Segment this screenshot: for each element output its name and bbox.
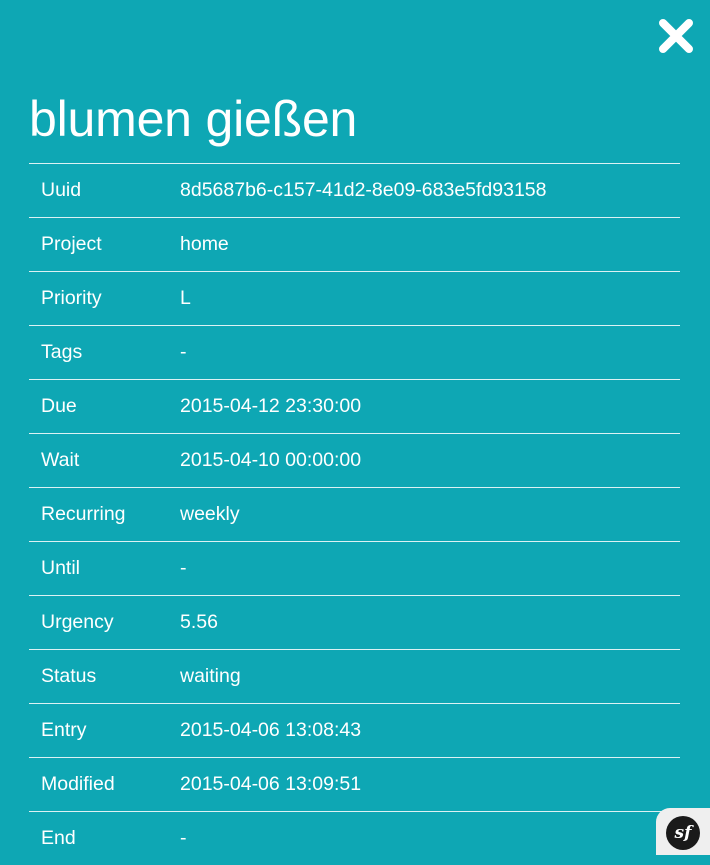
field-value-entry: 2015-04-06 13:08:43 — [180, 704, 680, 758]
field-label-recurring: Recurring — [29, 488, 180, 542]
field-label-modified: Modified — [29, 758, 180, 812]
field-label-due: Due — [29, 380, 180, 434]
table-row: Priority L — [29, 272, 680, 326]
table-row: Due 2015-04-12 23:30:00 — [29, 380, 680, 434]
field-value-project: home — [180, 218, 680, 272]
field-value-priority: L — [180, 272, 680, 326]
field-value-urgency: 5.56 — [180, 596, 680, 650]
field-value-modified: 2015-04-06 13:09:51 — [180, 758, 680, 812]
field-label-end: End — [29, 812, 180, 865]
table-row: Recurring weekly — [29, 488, 680, 542]
field-label-uuid: Uuid — [29, 164, 180, 218]
field-value-until: - — [180, 542, 680, 596]
symfony-logo-icon: sf — [666, 816, 700, 850]
field-value-due: 2015-04-12 23:30:00 — [180, 380, 680, 434]
field-value-uuid: 8d5687b6-c157-41d2-8e09-683e5fd93158 — [180, 164, 680, 218]
table-row: Until - — [29, 542, 680, 596]
table-row: Modified 2015-04-06 13:09:51 — [29, 758, 680, 812]
table-row: Tags - — [29, 326, 680, 380]
close-icon — [658, 18, 694, 54]
table-row: Entry 2015-04-06 13:08:43 — [29, 704, 680, 758]
field-value-recurring: weekly — [180, 488, 680, 542]
field-label-entry: Entry — [29, 704, 180, 758]
field-value-status: waiting — [180, 650, 680, 704]
symfony-toolbar-toggle[interactable]: sf — [656, 808, 710, 855]
field-label-status: Status — [29, 650, 180, 704]
field-label-urgency: Urgency — [29, 596, 180, 650]
field-value-end: - — [180, 812, 680, 865]
table-row: Wait 2015-04-10 00:00:00 — [29, 434, 680, 488]
field-label-project: Project — [29, 218, 180, 272]
table-row: End - — [29, 812, 680, 865]
table-row: Urgency 5.56 — [29, 596, 680, 650]
field-label-wait: Wait — [29, 434, 180, 488]
field-value-tags: - — [180, 326, 680, 380]
table-row: Status waiting — [29, 650, 680, 704]
field-label-until: Until — [29, 542, 180, 596]
close-button[interactable] — [658, 18, 694, 54]
table-row: Uuid 8d5687b6-c157-41d2-8e09-683e5fd9315… — [29, 164, 680, 218]
field-label-tags: Tags — [29, 326, 180, 380]
task-title: blumen gießen — [29, 86, 357, 152]
task-detail-table: Uuid 8d5687b6-c157-41d2-8e09-683e5fd9315… — [29, 163, 680, 865]
table-row: Project home — [29, 218, 680, 272]
field-value-wait: 2015-04-10 00:00:00 — [180, 434, 680, 488]
field-label-priority: Priority — [29, 272, 180, 326]
